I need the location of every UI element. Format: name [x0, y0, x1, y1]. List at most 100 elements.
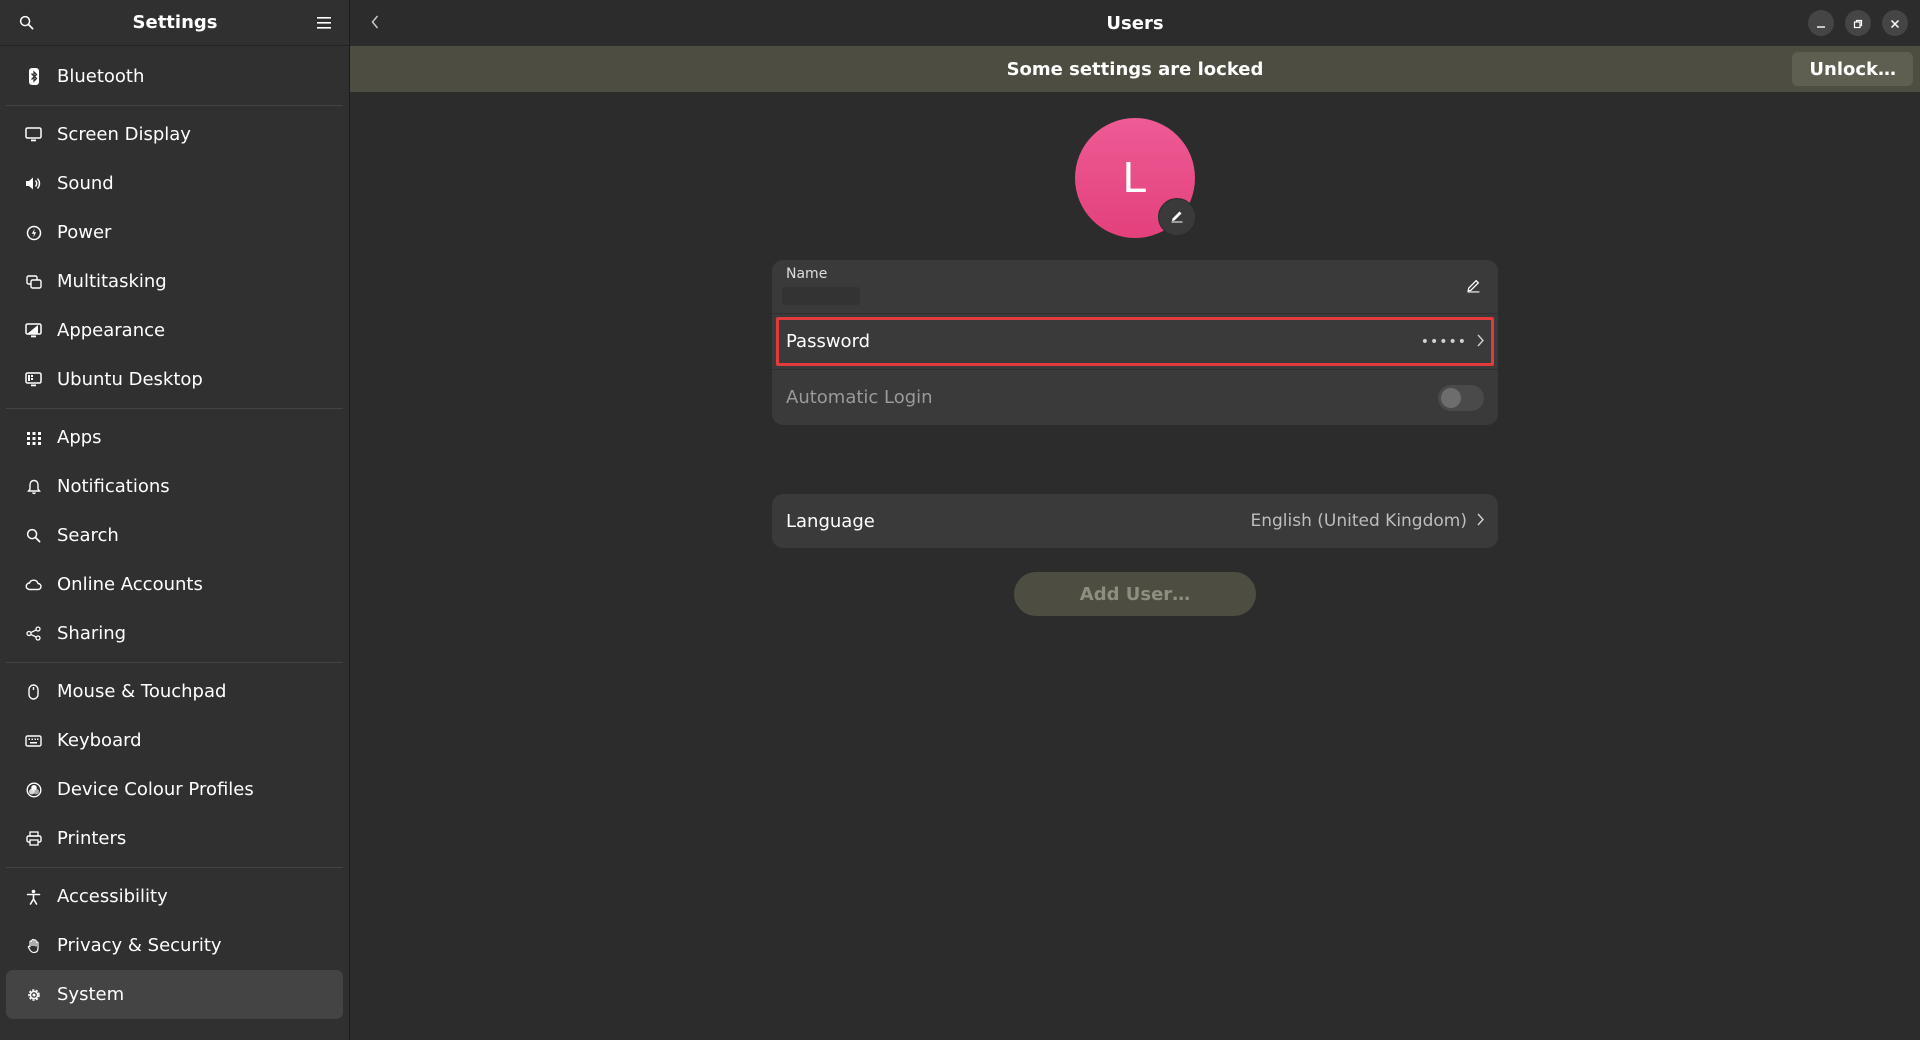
sidebar-item-label: Accessibility — [57, 886, 168, 907]
display-icon — [25, 126, 42, 143]
close-icon — [1890, 14, 1900, 33]
search-icon[interactable] — [15, 12, 37, 34]
sidebar-item-accessibility[interactable]: Accessibility — [6, 872, 343, 921]
language-row[interactable]: Language English (United Kingdom) — [772, 494, 1498, 548]
name-edit-button[interactable] — [1462, 276, 1484, 298]
password-row[interactable]: Password ••••• — [772, 314, 1498, 370]
sidebar-item-label: Mouse & Touchpad — [57, 681, 227, 702]
sidebar-title: Settings — [132, 12, 218, 33]
automatic-login-toggle[interactable] — [1438, 384, 1484, 411]
sidebar-item-label: Privacy & Security — [57, 935, 222, 956]
minimize-button[interactable] — [1808, 10, 1834, 36]
multitasking-icon — [25, 273, 42, 290]
sidebar-item-label: Power — [57, 222, 112, 243]
speaker-icon — [25, 175, 42, 192]
color-profile-icon — [25, 781, 42, 798]
gear-icon — [25, 986, 42, 1003]
name-label: Name — [786, 266, 828, 282]
cloud-icon — [25, 576, 42, 593]
back-button[interactable] — [358, 6, 392, 40]
close-button[interactable] — [1882, 10, 1908, 36]
sidebar-item-bluetooth[interactable]: Bluetooth — [6, 52, 343, 101]
sidebar-item-label: Bluetooth — [57, 66, 145, 87]
avatar-initial: L — [1122, 153, 1148, 202]
sidebar-item-label: Keyboard — [57, 730, 142, 751]
sidebar-item-label: Appearance — [57, 320, 166, 341]
sidebar-item-search[interactable]: Search — [6, 511, 343, 560]
chevron-left-icon — [371, 14, 379, 33]
restore-icon — [1853, 14, 1863, 33]
highlight-box — [776, 317, 1494, 366]
locked-settings-banner: Some settings are locked Unlock… — [350, 46, 1920, 92]
mouse-icon — [25, 683, 42, 700]
sidebar-item-label: Device Colour Profiles — [57, 779, 254, 800]
sidebar-item-label: Sound — [57, 173, 114, 194]
accessibility-icon — [25, 888, 42, 905]
language-card: Language English (United Kingdom) — [772, 494, 1498, 548]
power-icon — [25, 224, 42, 241]
sidebar-item-system[interactable]: System — [6, 970, 343, 1019]
keyboard-icon — [25, 732, 42, 749]
sidebar-item-printers[interactable]: Printers — [6, 814, 343, 863]
appearance-icon — [25, 322, 42, 339]
window-controls — [1808, 10, 1908, 36]
sidebar-item-label: Online Accounts — [57, 574, 203, 595]
bell-icon — [25, 478, 42, 495]
sidebar-item-power[interactable]: Power — [6, 208, 343, 257]
password-dots: ••••• — [1420, 333, 1467, 350]
page-title: Users — [1106, 12, 1164, 34]
sidebar-item-ubuntu-desktop[interactable]: Ubuntu Desktop — [6, 355, 343, 404]
avatar-edit-button[interactable] — [1158, 198, 1196, 236]
sidebar-item-label: Apps — [57, 427, 102, 448]
sidebar-item-label: Multitasking — [57, 271, 167, 292]
sidebar-item-multitasking[interactable]: Multitasking — [6, 257, 343, 306]
sidebar-item-device-colour-profiles[interactable]: Device Colour Profiles — [6, 765, 343, 814]
chevron-right-icon — [1477, 332, 1484, 352]
search-icon — [25, 527, 42, 544]
name-value-redacted — [782, 287, 860, 305]
sidebar-divider — [6, 867, 343, 868]
sidebar-item-label: Notifications — [57, 476, 170, 497]
language-value: English (United Kingdom) — [1250, 511, 1467, 531]
sidebar-item-sound[interactable]: Sound — [6, 159, 343, 208]
printer-icon — [25, 830, 42, 847]
automatic-login-row: Automatic Login — [772, 370, 1498, 425]
sidebar-header: Settings — [0, 0, 349, 46]
sidebar-divider — [6, 408, 343, 409]
name-row[interactable]: Name — [772, 260, 1498, 314]
ubuntu-desktop-icon — [25, 371, 42, 388]
sidebar-item-label: Search — [57, 525, 119, 546]
sidebar-item-notifications[interactable]: Notifications — [6, 462, 343, 511]
pencil-icon — [1466, 278, 1481, 297]
header-bar: Users — [350, 0, 1920, 46]
chevron-right-icon — [1477, 511, 1484, 531]
sidebar-item-online-accounts[interactable]: Online Accounts — [6, 560, 343, 609]
sidebar-item-mouse-touchpad[interactable]: Mouse & Touchpad — [6, 667, 343, 716]
automatic-login-label: Automatic Login — [786, 387, 933, 408]
language-label: Language — [786, 510, 875, 532]
sidebar-item-appearance[interactable]: Appearance — [6, 306, 343, 355]
sidebar-divider — [6, 105, 343, 106]
sidebar-item-label: System — [57, 984, 125, 1005]
password-label: Password — [786, 331, 871, 352]
hand-icon — [25, 937, 42, 954]
users-panel: Users Some settings are locked Unlock… L… — [350, 0, 1920, 1040]
toggle-knob — [1441, 387, 1461, 408]
maximize-button[interactable] — [1845, 10, 1871, 36]
unlock-button[interactable]: Unlock… — [1792, 52, 1913, 86]
sidebar-item-privacy-security[interactable]: Privacy & Security — [6, 921, 343, 970]
add-user-button[interactable]: Add User… — [1014, 572, 1256, 616]
sidebar-divider — [6, 662, 343, 663]
bluetooth-icon — [25, 68, 42, 85]
sidebar-item-label: Printers — [57, 828, 127, 849]
sidebar-item-screen-display[interactable]: Screen Display — [6, 110, 343, 159]
settings-sidebar: Settings Bluetooth Screen Display Sound … — [0, 0, 350, 1040]
pencil-icon — [1170, 208, 1184, 227]
sidebar-item-keyboard[interactable]: Keyboard — [6, 716, 343, 765]
hamburger-menu-icon[interactable] — [313, 12, 335, 34]
sidebar-item-sharing[interactable]: Sharing — [6, 609, 343, 658]
apps-grid-icon — [25, 429, 42, 446]
sidebar-item-label: Ubuntu Desktop — [57, 369, 203, 390]
sidebar-item-apps[interactable]: Apps — [6, 413, 343, 462]
share-icon — [25, 625, 42, 642]
